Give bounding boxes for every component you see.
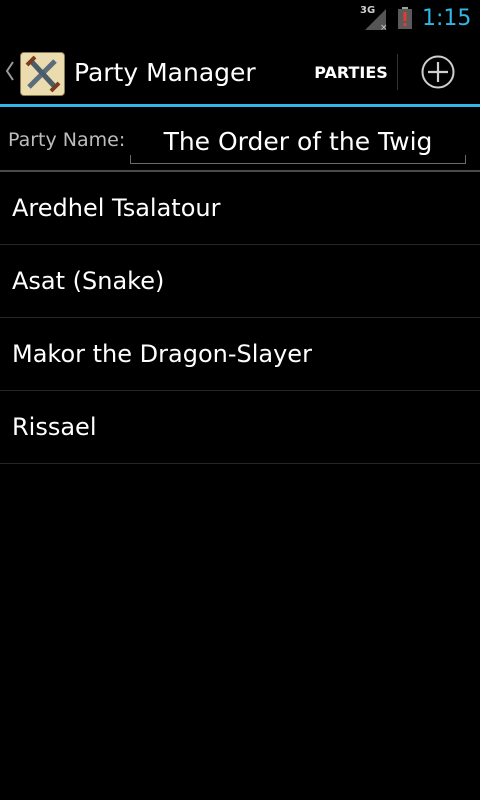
status-clock: 1:15 (422, 6, 472, 31)
party-name-label: Party Name: (8, 129, 126, 151)
up-caret-icon[interactable] (5, 60, 15, 82)
list-item[interactable]: Aredhel Tsalatour (0, 172, 480, 245)
signal-icon: × (365, 9, 388, 32)
member-list: Aredhel Tsalatour Asat (Snake) Makor the… (0, 172, 480, 464)
status-bar: 3G × 1:15 (0, 0, 480, 38)
add-circle-icon (421, 55, 455, 89)
field-edge-right (465, 155, 466, 163)
app-title: Party Manager (74, 58, 256, 87)
list-item[interactable]: Makor the Dragon-Slayer (0, 318, 480, 391)
list-item[interactable]: Rissael (0, 391, 480, 464)
field-edge-left (130, 155, 131, 163)
party-name-field[interactable] (130, 119, 466, 164)
parties-button[interactable]: PARTIES (306, 38, 396, 106)
add-member-button[interactable] (398, 38, 478, 106)
network-indicator: 3G × (360, 6, 388, 33)
action-bar: Party Manager PARTIES (0, 38, 480, 106)
party-name-row: Party Name: (0, 107, 480, 171)
app-logo-icon[interactable] (20, 52, 65, 96)
list-item[interactable]: Asat (Snake) (0, 245, 480, 318)
battery-alert-icon (397, 7, 413, 29)
svg-text:×: × (380, 23, 388, 32)
